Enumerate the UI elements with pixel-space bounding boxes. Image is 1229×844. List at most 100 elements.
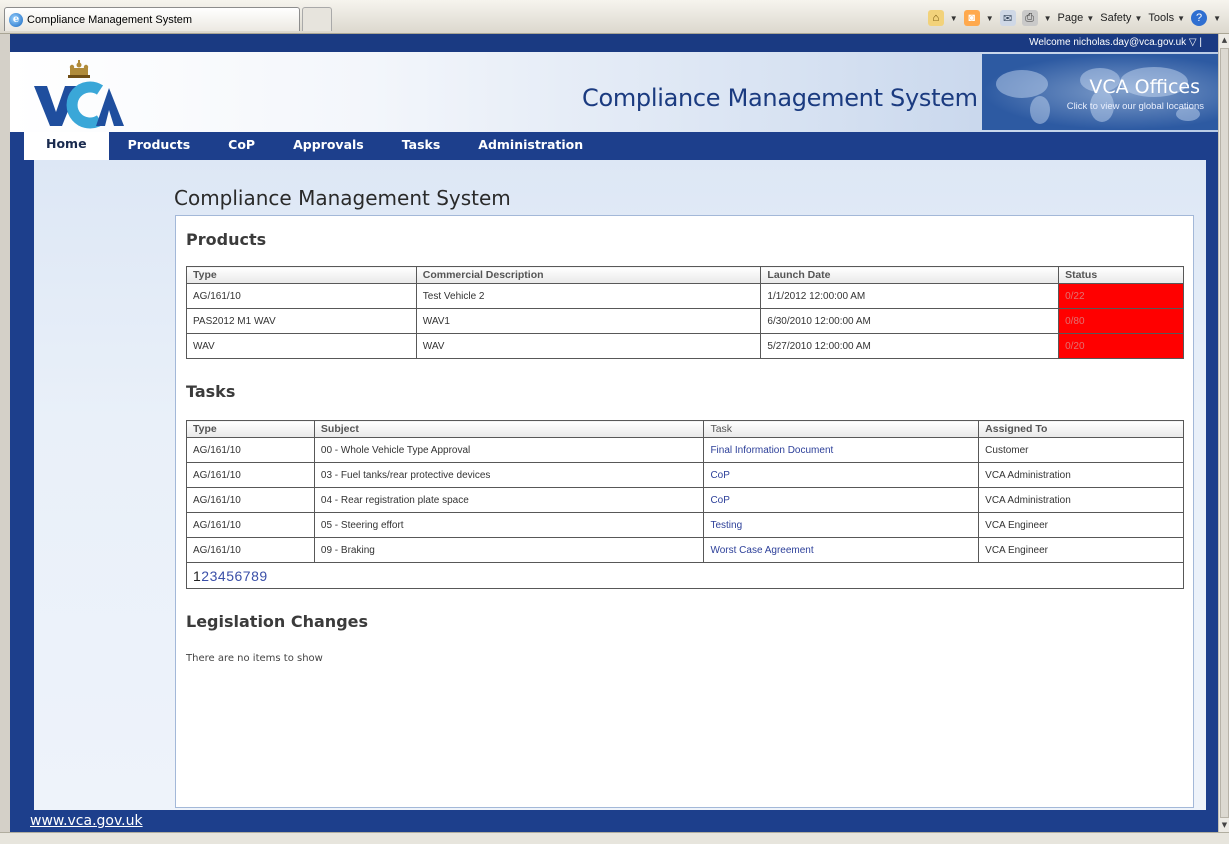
mail-icon[interactable]: ✉	[999, 10, 1016, 26]
pager-page-link[interactable]: 4	[218, 568, 226, 584]
task-subject: 04 - Rear registration plate space	[313, 487, 705, 513]
offices-subtitle: Click to view our global locations	[1066, 101, 1204, 112]
table-header-row: Type Subject Task Assigned To	[186, 420, 1184, 438]
task-link[interactable]: Testing	[710, 520, 742, 531]
product-launch-date: 6/30/2010 12:00:00 AM	[760, 308, 1060, 334]
browser-status-bar	[0, 832, 1229, 844]
offices-title: VCA Offices	[1089, 76, 1200, 98]
content-area: Compliance Management System Products Ty…	[34, 160, 1206, 810]
nav-item-approvals[interactable]: Approvals	[274, 134, 383, 160]
task-assignee: VCA Administration	[978, 487, 1184, 513]
safety-menu[interactable]: Safety ▼	[1100, 12, 1142, 24]
scroll-down-icon[interactable]: ▼	[1220, 821, 1229, 830]
task-link[interactable]: Worst Case Agreement	[710, 545, 813, 556]
column-header[interactable]: Status	[1058, 266, 1184, 284]
table-row: AG/161/10 04 - Rear registration plate s…	[186, 487, 1184, 513]
task-assignee: Customer	[978, 437, 1184, 463]
product-launch-date: 1/1/2012 12:00:00 AM	[760, 283, 1060, 309]
table-row[interactable]: WAV WAV 5/27/2010 12:00:00 AM 0/20	[186, 333, 1184, 359]
task-type: AG/161/10	[186, 487, 315, 513]
welcome-bar: Welcome nicholas.day@vca.gov.uk ▽ |	[10, 34, 1218, 52]
task-assignee: VCA Engineer	[978, 512, 1184, 538]
product-description: Test Vehicle 2	[415, 283, 762, 309]
task-assignee: VCA Engineer	[978, 537, 1184, 563]
pager-page-link[interactable]: 3	[210, 568, 218, 584]
welcome-user-menu[interactable]: Welcome nicholas.day@vca.gov.uk ▽ |	[1029, 37, 1202, 48]
table-row[interactable]: AG/161/10 Test Vehicle 2 1/1/2012 12:00:…	[186, 283, 1184, 309]
task-type: AG/161/10	[186, 437, 315, 463]
pager-page-link[interactable]: 2	[201, 568, 209, 584]
task-link[interactable]: Final Information Document	[710, 445, 833, 456]
product-type: WAV	[186, 333, 417, 359]
task-assignee: VCA Administration	[978, 462, 1184, 488]
tasks-heading: Tasks	[186, 382, 236, 401]
safety-menu-label: Safety	[1100, 12, 1132, 24]
print-icon[interactable]: ⎙	[1021, 10, 1038, 26]
nav-item-administration[interactable]: Administration	[459, 134, 602, 160]
pager-cell: 123456789	[186, 562, 1184, 589]
nav-item-tasks[interactable]: Tasks	[383, 134, 460, 160]
product-type: AG/161/10	[186, 283, 417, 309]
help-icon[interactable]: ?	[1191, 10, 1208, 26]
vca-logo[interactable]	[34, 60, 124, 130]
browser-tab-title: Compliance Management System	[27, 13, 193, 26]
task-link[interactable]: CoP	[710, 470, 729, 481]
footer-site-link[interactable]: www.vca.gov.uk	[30, 813, 143, 829]
main-nav: Home Products CoP Approvals Tasks Admini…	[10, 132, 1218, 160]
feeds-icon[interactable]: ◙	[963, 10, 980, 26]
table-row: AG/161/10 09 - Braking Worst Case Agreem…	[186, 537, 1184, 563]
pager-page-link[interactable]: 7	[243, 568, 251, 584]
column-header[interactable]: Commercial Description	[415, 266, 762, 284]
legislation-heading: Legislation Changes	[186, 612, 369, 631]
column-header[interactable]: Task	[703, 420, 980, 438]
nav-item-products[interactable]: Products	[109, 134, 210, 160]
product-type: PAS2012 M1 WAV	[186, 308, 417, 334]
site-title: Compliance Management System	[582, 84, 978, 112]
task-subject: 03 - Fuel tanks/rear protective devices	[313, 462, 705, 488]
nav-item-home[interactable]: Home	[24, 132, 109, 160]
home-icon[interactable]: ⌂	[927, 10, 944, 26]
scrollbar-thumb[interactable]	[1220, 48, 1229, 818]
task-type: AG/161/10	[186, 537, 315, 563]
page-menu[interactable]: Page ▼	[1058, 12, 1095, 24]
column-header[interactable]: Type	[186, 420, 315, 438]
column-header[interactable]: Assigned To	[978, 420, 1184, 438]
products-table: Type Commercial Description Launch Date …	[186, 266, 1184, 359]
column-header[interactable]: Launch Date	[760, 266, 1060, 284]
browser-toolbar: e Compliance Management System ⌂ ▼ ◙ ▼ ✉ ⎙…	[0, 0, 1229, 34]
chevron-down-icon[interactable]: ▼	[1213, 14, 1221, 23]
table-header-row: Type Commercial Description Launch Date …	[186, 266, 1184, 284]
task-link[interactable]: CoP	[710, 495, 729, 506]
status-badge: 0/20	[1058, 333, 1184, 359]
product-description: WAV1	[415, 308, 762, 334]
empty-state-text: There are no items to show	[186, 653, 323, 664]
page-menu-label: Page	[1057, 12, 1084, 24]
vca-offices-link[interactable]: VCA Offices Click to view our global loc…	[982, 54, 1218, 130]
column-header[interactable]: Type	[186, 266, 417, 284]
nav-item-cop[interactable]: CoP	[209, 134, 274, 160]
chevron-down-icon[interactable]: ▼	[986, 14, 994, 23]
browser-tab[interactable]: e Compliance Management System	[4, 7, 300, 31]
web-page: Welcome nicholas.day@vca.gov.uk ▽ | Comp…	[10, 34, 1218, 832]
pager-page-link[interactable]: 9	[259, 568, 267, 584]
footer: www.vca.gov.uk	[10, 810, 1218, 832]
scroll-up-icon[interactable]: ▲	[1220, 36, 1229, 45]
pager-page-link[interactable]: 6	[234, 568, 242, 584]
chevron-down-icon[interactable]: ▼	[1044, 14, 1052, 23]
site-banner: Compliance Management System VCA Offices…	[10, 52, 1218, 132]
table-row: AG/161/10 03 - Fuel tanks/rear protectiv…	[186, 462, 1184, 488]
vertical-scrollbar[interactable]: ▲ ▼	[1218, 34, 1229, 832]
task-subject: 09 - Braking	[313, 537, 705, 563]
new-tab-button[interactable]	[302, 7, 332, 31]
table-row: AG/161/10 05 - Steering effort Testing V…	[186, 512, 1184, 538]
tasks-table: Type Subject Task Assigned To AG/161/10 …	[186, 420, 1184, 589]
status-badge: 0/22	[1058, 283, 1184, 309]
column-header[interactable]: Subject	[313, 420, 705, 438]
chevron-down-icon[interactable]: ▼	[950, 14, 958, 23]
pagination: 123456789	[193, 568, 268, 584]
table-row[interactable]: PAS2012 M1 WAV WAV1 6/30/2010 12:00:00 A…	[186, 308, 1184, 334]
tools-menu[interactable]: Tools ▼	[1148, 12, 1185, 24]
task-type: AG/161/10	[186, 462, 315, 488]
products-heading: Products	[186, 230, 267, 249]
product-description: WAV	[415, 333, 762, 359]
